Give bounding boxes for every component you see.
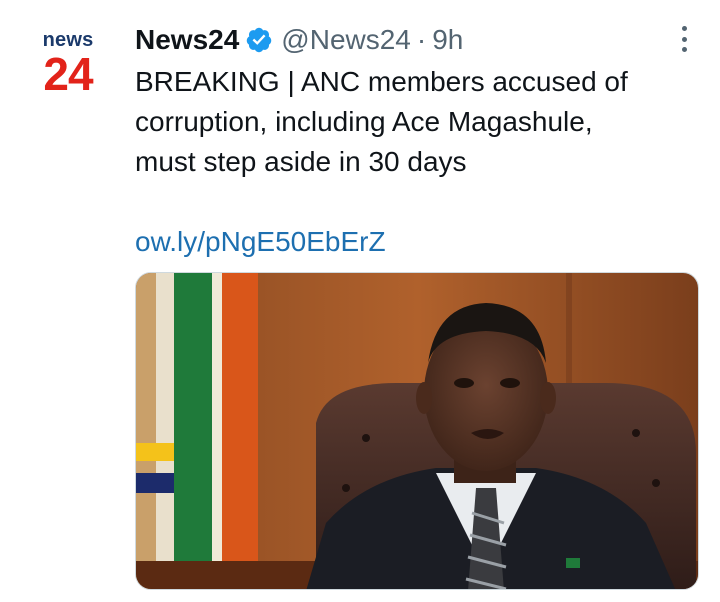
tweet-link[interactable]: ow.ly/pNgE50EbErZ — [135, 226, 386, 258]
display-name[interactable]: News24 — [135, 24, 239, 56]
separator-dot: · — [416, 24, 427, 55]
more-options-icon[interactable] — [674, 22, 694, 56]
more-dot — [681, 26, 687, 31]
more-dot — [681, 36, 687, 42]
tweet-text: BREAKING | ANC members accused of corrup… — [135, 62, 705, 182]
timestamp[interactable]: 9h — [432, 24, 463, 56]
tweet-text-line: corruption, including Ace Magashule, — [135, 106, 593, 137]
tweet-header: News24 @News24 · 9h — [135, 20, 463, 60]
more-dot — [681, 47, 687, 52]
tweet-text-line: BREAKING | ANC members accused of — [135, 66, 628, 97]
media-image[interactable] — [135, 272, 699, 590]
avatar[interactable]: news 24 — [22, 30, 114, 110]
avatar-logo-text-top: news — [42, 29, 94, 51]
tweet-text-line: must step aside in 30 days — [135, 146, 467, 177]
verified-badge-icon — [245, 26, 273, 54]
tweet-card[interactable]: news 24 News24 @News24 · 9h BREAKING | A… — [0, 0, 720, 602]
handle[interactable]: @News24 — [281, 24, 411, 56]
media-photo — [136, 273, 698, 589]
avatar-logo-text-bottom: 24 — [43, 48, 93, 100]
